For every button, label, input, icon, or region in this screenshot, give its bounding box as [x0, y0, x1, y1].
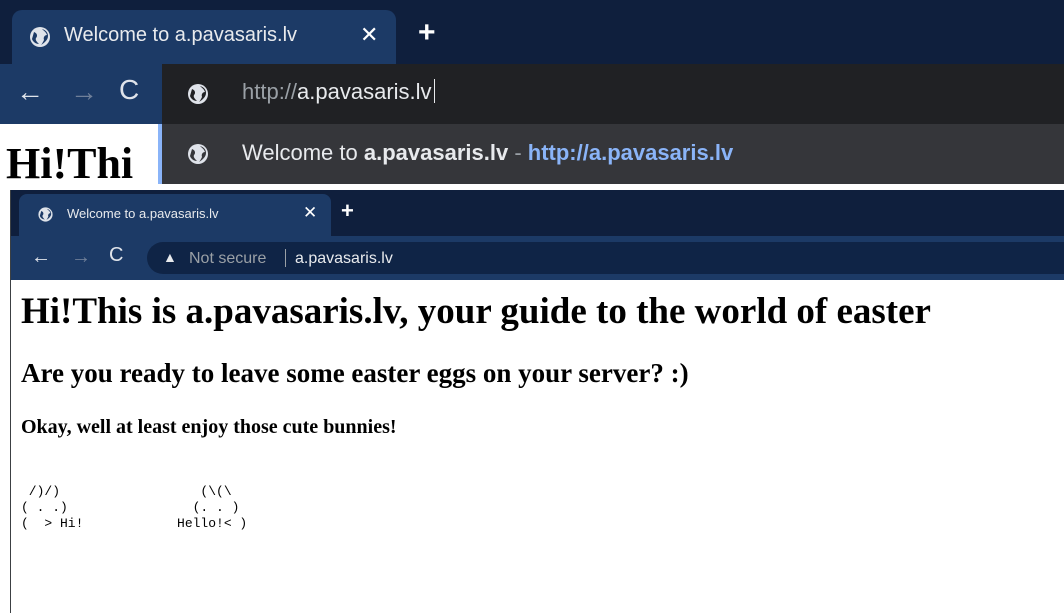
- toolbar: ← → C ▲ Not secure a.pavasaris.lv: [11, 236, 1064, 280]
- reload-icon[interactable]: C: [119, 74, 139, 106]
- bunnies-ascii-art: /)/) (\(\ ( . .) (. . ) ( > Hi! Hello!< …: [21, 484, 248, 531]
- warning-icon[interactable]: ▲: [163, 249, 177, 265]
- url-host: a.pavasaris.lv: [297, 79, 432, 104]
- globe-icon: [188, 144, 208, 164]
- forward-arrow-icon[interactable]: →: [70, 76, 98, 108]
- globe-icon: [30, 27, 50, 47]
- omnibox-divider: [285, 249, 286, 267]
- tab-strip: Welcome to a.pavasaris.lv ✕ +: [11, 190, 1064, 236]
- security-label[interactable]: Not secure: [189, 250, 266, 268]
- suggestion-host: a.pavasaris.lv: [363, 140, 509, 165]
- address-bar[interactable]: http://a.pavasaris.lv: [162, 64, 1064, 124]
- suggestion-url: http://a.pavasaris.lv: [527, 140, 734, 165]
- page-title: Hi!This is a.pavasaris.lv, your guide to…: [21, 291, 931, 332]
- tab-title: Welcome to a.pavasaris.lv: [64, 24, 298, 46]
- page-tagline: Okay, well at least enjoy those cute bun…: [21, 416, 397, 438]
- omnibox-suggestion[interactable]: Welcome to a.pavasaris.lv - http://a.pav…: [162, 124, 1064, 184]
- globe-icon: [188, 84, 208, 104]
- close-icon[interactable]: ✕: [360, 22, 378, 48]
- suggestion-separator: -: [508, 140, 528, 165]
- toolbar: ← → C http://a.pavasaris.lv: [0, 64, 1064, 124]
- suggestion-prefix: Welcome to: [242, 140, 364, 165]
- plus-icon[interactable]: +: [341, 200, 354, 222]
- globe-icon: [38, 207, 53, 222]
- reload-icon[interactable]: C: [109, 244, 123, 267]
- page-heading-partial: Hi!Thi: [6, 139, 134, 188]
- zoomed-browser-window: Welcome to a.pavasaris.lv ✕ + ← → C http…: [0, 0, 1064, 190]
- tab-title: Welcome to a.pavasaris.lv: [67, 206, 219, 221]
- back-arrow-icon[interactable]: ←: [16, 76, 44, 108]
- text-cursor: [433, 79, 435, 103]
- address-input[interactable]: http://a.pavasaris.lv: [242, 79, 435, 105]
- address-bar[interactable]: ▲ Not secure a.pavasaris.lv: [147, 242, 1064, 274]
- browser-window: Welcome to a.pavasaris.lv ✕ + ← → C ▲ No…: [10, 190, 1064, 613]
- close-icon[interactable]: ✕: [303, 203, 317, 223]
- url-scheme: http://: [242, 79, 298, 104]
- page-content: Hi!This is a.pavasaris.lv, your guide to…: [11, 280, 1064, 613]
- address-input[interactable]: a.pavasaris.lv: [295, 250, 393, 268]
- back-arrow-icon[interactable]: ←: [31, 246, 51, 269]
- suggestion-text: Welcome to a.pavasaris.lv - http://a.pav…: [242, 140, 733, 166]
- plus-icon[interactable]: +: [418, 18, 436, 48]
- tab-welcome[interactable]: Welcome to a.pavasaris.lv ✕: [19, 194, 331, 236]
- page-subtitle: Are you ready to leave some easter eggs …: [21, 358, 689, 388]
- tab-welcome[interactable]: Welcome to a.pavasaris.lv ✕: [12, 10, 396, 64]
- tab-strip: Welcome to a.pavasaris.lv ✕ +: [0, 0, 1064, 64]
- forward-arrow-icon[interactable]: →: [71, 246, 91, 269]
